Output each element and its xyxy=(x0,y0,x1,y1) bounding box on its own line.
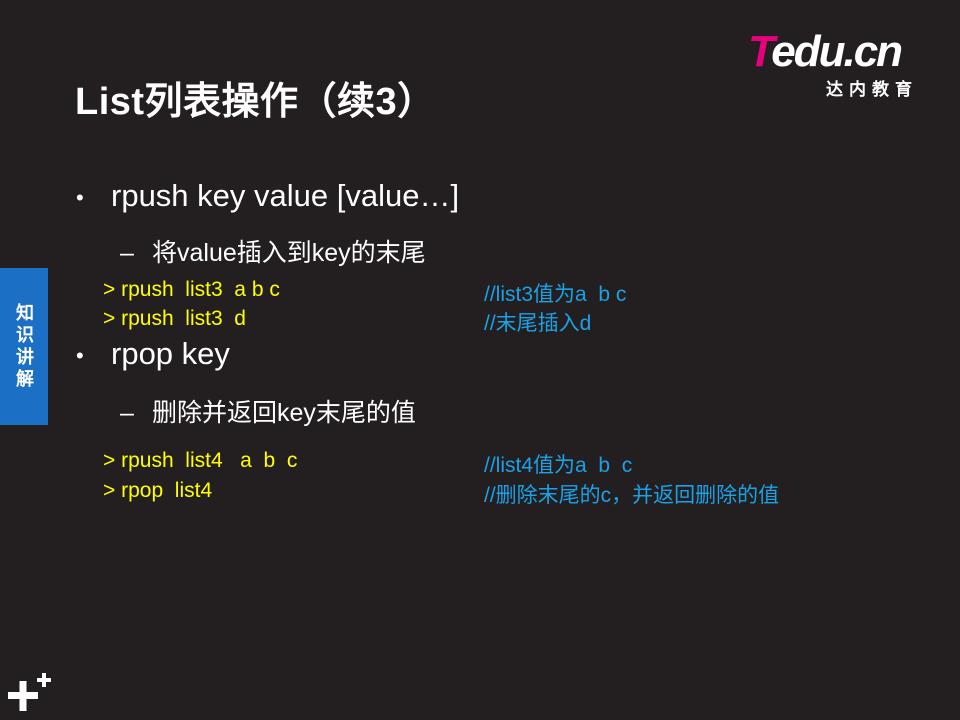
bullet-text: rpop key xyxy=(111,336,230,371)
command-comment: //末尾插入d xyxy=(484,312,592,335)
logo-wordmark: Tedu.cn xyxy=(748,27,903,76)
sub-description-rpush: – 将value插入到key的末尾 xyxy=(120,233,426,269)
slide-title: List列表操作（续3） xyxy=(75,81,436,123)
bullet-text: rpush key value [value…] xyxy=(111,178,460,213)
plus-logo-icon xyxy=(8,673,51,711)
command-line: > rpush list3 a b c xyxy=(103,278,280,301)
command-line: > rpush list4 a b c xyxy=(103,449,298,472)
logo-word-rest: edu.cn xyxy=(771,27,903,76)
side-tab: 知识讲解 xyxy=(0,268,48,425)
sub-description-rpop: – 删除并返回key末尾的值 xyxy=(120,393,416,429)
bullet-dot-icon: • xyxy=(76,184,84,210)
logo-letter-t: T xyxy=(748,27,773,76)
bullet-heading-rpop: • rpop key xyxy=(76,336,230,372)
bullet-dot-icon: • xyxy=(76,342,84,368)
bullet-heading-rpush: • rpush key value [value…] xyxy=(76,178,459,214)
sub-text: 删除并返回key末尾的值 xyxy=(152,399,416,427)
command-comment: //删除末尾的c，并返回删除的值 xyxy=(484,484,780,507)
brand-logo: Tedu.cn 达内教育 xyxy=(748,27,928,100)
command-line: > rpop list4 xyxy=(103,479,213,502)
sub-text: 将value插入到key的末尾 xyxy=(152,239,426,267)
command-comment: //list4值为a b c xyxy=(484,454,633,477)
dash-icon: – xyxy=(120,239,134,267)
command-comment: //list3值为a b c xyxy=(484,283,627,306)
side-tab-label: 知识讲解 xyxy=(14,302,34,391)
command-line: > rpush list3 d xyxy=(103,307,246,330)
dash-icon: – xyxy=(120,399,134,427)
logo-subtitle: 达内教育 xyxy=(826,80,918,99)
slide: List列表操作（续3） Tedu.cn 达内教育 知识讲解 • rpush ke… xyxy=(0,0,960,720)
